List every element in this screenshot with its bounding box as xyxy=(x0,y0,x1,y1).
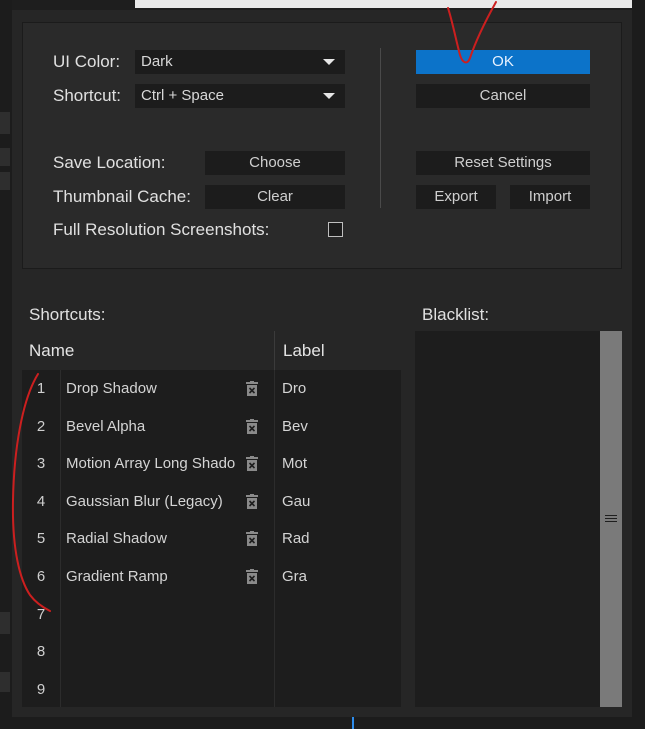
row-name[interactable]: Gradient Ramp xyxy=(66,568,238,585)
row-label[interactable]: Mot xyxy=(282,455,307,472)
background-right-panel xyxy=(632,0,645,729)
shortcut-label: Shortcut: xyxy=(53,86,122,105)
trash-icon[interactable] xyxy=(246,381,258,396)
row-name[interactable]: Bevel Alpha xyxy=(66,418,238,435)
grip-line xyxy=(605,518,617,519)
table-row[interactable]: 8 xyxy=(22,633,401,671)
blacklist-list[interactable] xyxy=(415,331,600,707)
column-header-label[interactable]: Label xyxy=(283,331,325,370)
trash-icon[interactable] xyxy=(246,531,258,546)
table-row[interactable]: 6 Gradient Ramp Gra xyxy=(22,558,401,596)
choose-button[interactable]: Choose xyxy=(205,151,345,175)
ui-color-label: UI Color: xyxy=(53,52,121,71)
row-label[interactable]: Bev xyxy=(282,418,308,435)
ui-color-dropdown[interactable]: Dark xyxy=(135,50,345,74)
grip-line xyxy=(605,521,617,522)
background-app-strip xyxy=(135,0,645,8)
full-resolution-checkbox[interactable] xyxy=(328,222,343,237)
table-row[interactable]: 1 Drop Shadow Dro xyxy=(22,370,401,408)
table-row[interactable]: 4 Gaussian Blur (Legacy) Gau xyxy=(22,483,401,521)
ok-button[interactable]: OK xyxy=(416,50,590,74)
table-row[interactable]: 9 xyxy=(22,671,401,709)
cancel-button[interactable]: Cancel xyxy=(416,84,590,108)
export-button[interactable]: Export xyxy=(416,185,496,209)
reset-settings-button[interactable]: Reset Settings xyxy=(416,151,590,175)
background-timeline-marker xyxy=(352,717,354,729)
column-divider xyxy=(274,331,275,370)
ui-color-value: Dark xyxy=(141,53,173,70)
table-row[interactable]: 2 Bevel Alpha Bev xyxy=(22,408,401,446)
background-panel-mark xyxy=(0,672,10,692)
row-label[interactable]: Gau xyxy=(282,493,310,510)
table-header xyxy=(22,331,401,370)
shortcut-value: Ctrl + Space xyxy=(141,87,224,104)
trash-icon[interactable] xyxy=(246,494,258,509)
shortcut-dropdown[interactable]: Ctrl + Space xyxy=(135,84,345,108)
trash-icon[interactable] xyxy=(246,419,258,434)
background-bottom-bar xyxy=(0,717,645,729)
column-header-name[interactable]: Name xyxy=(29,331,74,370)
full-resolution-label: Full Resolution Screenshots: xyxy=(53,220,270,239)
row-label[interactable]: Rad xyxy=(282,530,310,547)
row-label[interactable]: Gra xyxy=(282,568,307,585)
grip-line xyxy=(605,515,617,516)
row-number: 2 xyxy=(36,418,46,435)
row-number: 5 xyxy=(36,530,46,547)
thumbnail-cache-label: Thumbnail Cache: xyxy=(53,187,191,206)
row-name[interactable]: Gaussian Blur (Legacy) xyxy=(66,493,238,510)
row-number: 3 xyxy=(36,455,46,472)
background-panel-mark xyxy=(0,148,10,166)
row-number: 6 xyxy=(36,568,46,585)
row-number: 9 xyxy=(36,681,46,698)
import-button[interactable]: Import xyxy=(510,185,590,209)
shortcuts-title: Shortcuts: xyxy=(29,305,106,324)
row-number: 8 xyxy=(36,643,46,660)
row-name[interactable]: Radial Shadow xyxy=(66,530,238,547)
row-name[interactable]: Drop Shadow xyxy=(66,380,238,397)
background-panel-mark xyxy=(0,112,10,134)
row-label[interactable]: Dro xyxy=(282,380,306,397)
clear-cache-button[interactable]: Clear xyxy=(205,185,345,209)
chevron-down-icon xyxy=(323,93,335,99)
table-row[interactable]: 7 xyxy=(22,596,401,634)
table-row[interactable]: 3 Motion Array Long Shado Mot xyxy=(22,445,401,483)
row-number: 4 xyxy=(36,493,46,510)
trash-icon[interactable] xyxy=(246,456,258,471)
trash-icon[interactable] xyxy=(246,569,258,584)
save-location-label: Save Location: xyxy=(53,153,166,172)
row-number: 7 xyxy=(36,606,46,623)
divider xyxy=(380,48,381,208)
row-name[interactable]: Motion Array Long Shado xyxy=(66,455,238,472)
row-number: 1 xyxy=(36,380,46,397)
background-panel-mark xyxy=(0,172,10,190)
background-panel-mark xyxy=(0,612,10,634)
chevron-down-icon xyxy=(323,59,335,65)
grip-icon[interactable] xyxy=(603,513,619,525)
blacklist-title: Blacklist: xyxy=(422,305,490,324)
table-row[interactable]: 5 Radial Shadow Rad xyxy=(22,520,401,558)
